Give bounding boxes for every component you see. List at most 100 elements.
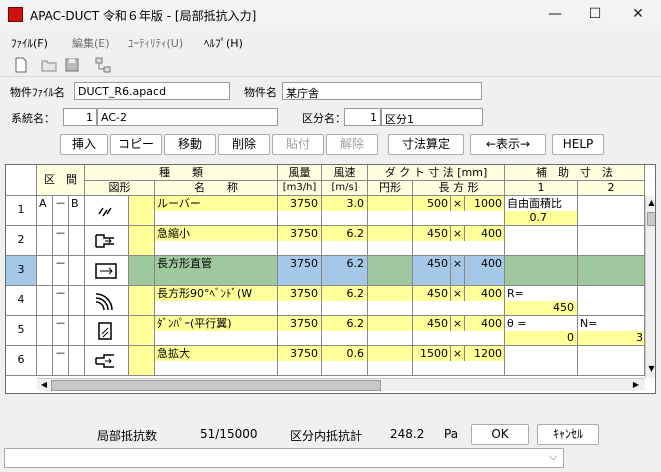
section-to[interactable] <box>69 286 85 316</box>
aux-2-value[interactable]: 3 <box>578 331 644 345</box>
menu-help[interactable]: ﾍﾙﾌﾟ(H) <box>204 35 243 51</box>
cell-lower-half <box>413 361 504 375</box>
bend-icon[interactable] <box>85 286 129 316</box>
aux-2-value[interactable] <box>578 271 644 285</box>
section-dash[interactable]: － <box>53 286 69 316</box>
section-to[interactable] <box>69 226 85 256</box>
col-header-flow: 風量 <box>278 165 322 181</box>
aux-1-value[interactable] <box>505 241 577 255</box>
section-from[interactable] <box>37 226 53 256</box>
chevron-down-icon[interactable]: ⌵ <box>549 452 557 463</box>
section-dash[interactable]: － <box>53 316 69 346</box>
figure-sub[interactable] <box>129 286 155 316</box>
corner-cell <box>6 165 37 196</box>
scroll-thumb[interactable] <box>647 212 655 226</box>
menu-utility[interactable]: ﾕｰﾃｨﾘﾃｨ(U) <box>128 35 183 51</box>
aux-1-value[interactable]: 450 <box>505 301 577 315</box>
delete-button[interactable]: 削除 <box>218 134 270 155</box>
save-icon[interactable] <box>63 56 81 74</box>
cancel-button[interactable]: ｷｬﾝｾﾙ <box>537 424 599 445</box>
section-dash[interactable]: － <box>53 256 69 286</box>
minimize-button[interactable]: — <box>535 0 575 31</box>
figure-sub[interactable] <box>129 346 155 376</box>
release-button[interactable]: 解除 <box>326 134 378 155</box>
round-size[interactable] <box>368 256 413 286</box>
section-from[interactable] <box>37 256 53 286</box>
scroll-left-icon[interactable]: ◀ <box>39 380 49 391</box>
aux-1-value[interactable]: 0.7 <box>505 211 577 225</box>
section-dash[interactable]: － <box>53 346 69 376</box>
ok-button[interactable]: OK <box>471 424 529 445</box>
aux-1-value[interactable] <box>505 361 577 375</box>
aux-1-value[interactable] <box>505 271 577 285</box>
open-folder-icon[interactable] <box>40 56 58 74</box>
air-velocity[interactable]: 6.2 <box>322 256 368 286</box>
col-header-rect: 長 方 形 <box>413 181 505 196</box>
row-number[interactable]: 1 <box>6 196 37 226</box>
figure-sub[interactable] <box>129 226 155 256</box>
cell-lower-half <box>413 211 504 225</box>
col-header-duct-size: ダ ク ト 寸 法 [mm] <box>368 165 505 181</box>
rect-height[interactable]: 400 <box>465 256 505 286</box>
aux-2-value[interactable] <box>578 361 644 375</box>
scroll-right-icon[interactable]: ▶ <box>631 380 641 391</box>
section-from[interactable] <box>37 316 53 346</box>
figure-sub[interactable] <box>129 256 155 286</box>
close-button[interactable]: ✕ <box>618 0 658 31</box>
status-dropdown[interactable]: ⌵ <box>4 448 564 468</box>
aux-1-value[interactable]: 0 <box>505 331 577 345</box>
row-number[interactable]: 5 <box>6 316 37 346</box>
hscroll-thumb[interactable] <box>51 380 381 391</box>
expansion-icon[interactable] <box>85 346 129 376</box>
aux-2-value[interactable] <box>578 301 644 315</box>
insert-button[interactable]: 挿入 <box>60 134 108 155</box>
figure-sub[interactable] <box>129 316 155 346</box>
louver-icon[interactable] <box>85 196 129 226</box>
new-file-icon[interactable] <box>12 56 30 74</box>
air-flow[interactable]: 3750 <box>278 256 322 286</box>
aux-2-value[interactable] <box>578 241 644 255</box>
straight-duct-icon[interactable] <box>85 256 129 286</box>
row-number[interactable]: 4 <box>6 286 37 316</box>
resistance-grid[interactable]: 区 間 種 類 図形 名 称 風量 [m3/h] 風速 [m/s] ダ ク ト … <box>5 164 656 394</box>
section-dash[interactable]: － <box>53 226 69 256</box>
aux-2-value[interactable] <box>578 211 644 225</box>
scroll-down-icon[interactable]: ▼ <box>646 364 655 374</box>
rect-width[interactable]: 450 <box>413 256 451 286</box>
contraction-icon[interactable] <box>85 226 129 256</box>
row-number[interactable]: 3 <box>6 256 37 286</box>
menu-file[interactable]: ﾌｧｲﾙ(F) <box>11 35 48 51</box>
network-icon[interactable] <box>94 56 112 74</box>
dimension-calc-button[interactable]: 寸法算定 <box>388 134 464 155</box>
section-to[interactable] <box>69 256 85 286</box>
menu-edit[interactable]: 編集(E) <box>72 35 110 51</box>
help-button[interactable]: HELP <box>552 134 604 155</box>
scroll-up-icon[interactable]: ▲ <box>646 198 655 208</box>
horizontal-scrollbar[interactable]: ◀ ▶ <box>37 378 645 391</box>
maximize-button[interactable]: ☐ <box>575 0 615 31</box>
section-number: 1 <box>344 108 381 126</box>
col-header-kukan: 区 間 <box>37 165 85 196</box>
times-sign[interactable]: × <box>451 256 465 286</box>
section-to[interactable] <box>69 346 85 376</box>
damper-icon[interactable] <box>85 316 129 346</box>
row-number[interactable]: 2 <box>6 226 37 256</box>
display-toggle-button[interactable]: ←表示→ <box>470 134 546 155</box>
paste-button[interactable]: 貼付 <box>272 134 324 155</box>
section-to[interactable]: B <box>69 196 85 226</box>
section-from[interactable] <box>37 286 53 316</box>
cell-lower-half <box>278 211 321 225</box>
section-to[interactable] <box>69 316 85 346</box>
figure-sub[interactable] <box>129 196 155 226</box>
copy-button[interactable]: コピー <box>110 134 162 155</box>
type-name[interactable]: 長方形直管 <box>155 256 278 286</box>
section-dash[interactable]: － <box>53 196 69 226</box>
section-from[interactable]: A <box>37 196 53 226</box>
vertical-scrollbar[interactable]: ▲ ▼ <box>645 196 655 378</box>
move-button[interactable]: 移動 <box>164 134 216 155</box>
section-label: 区分名： <box>302 112 346 125</box>
pressure-unit: Pa <box>444 427 459 441</box>
section-from[interactable] <box>37 346 53 376</box>
cell-lower-half <box>322 241 367 255</box>
row-number[interactable]: 6 <box>6 346 37 376</box>
